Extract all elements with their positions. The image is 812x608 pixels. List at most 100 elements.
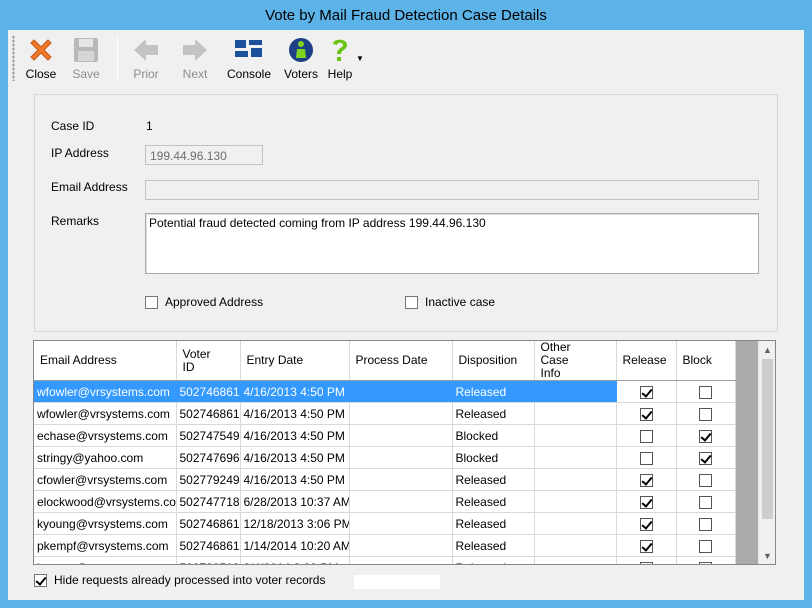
block-checkbox[interactable] xyxy=(699,495,712,509)
cell-email[interactable]: kyoung@vrsystems.com xyxy=(34,556,177,564)
cell-process-date[interactable] xyxy=(349,512,453,535)
email-address-field[interactable] xyxy=(145,180,759,200)
release-checkbox[interactable] xyxy=(639,429,653,443)
cell-entry-date[interactable]: 4/16/2013 4:50 PM xyxy=(240,402,350,425)
cell-email[interactable]: kyoung@vrsystems.com xyxy=(34,512,177,535)
cell-process-date[interactable] xyxy=(349,534,453,557)
cell-voter-id[interactable]: 502747718 xyxy=(176,490,241,513)
cell-process-date[interactable] xyxy=(349,490,453,513)
cell-voter-id[interactable]: 502746861 xyxy=(176,534,241,557)
remarks-textarea[interactable]: Potential fraud detected coming from IP … xyxy=(145,213,759,274)
cell-entry-date[interactable]: 6/28/2013 10:37 AM xyxy=(240,490,350,513)
cell-disposition[interactable]: Released xyxy=(452,512,535,535)
prior-button[interactable]: Prior xyxy=(124,30,168,84)
release-checkbox[interactable] xyxy=(639,539,653,553)
cell-disposition[interactable]: Released xyxy=(452,468,535,491)
ip-address-field[interactable]: 199.44.96.130 xyxy=(145,145,263,165)
column-header-process-date[interactable]: Process Date xyxy=(349,341,453,381)
table-row[interactable]: cfowler@vrsystems.com 502779249 4/16/2013 … xyxy=(34,468,736,491)
release-checkbox[interactable] xyxy=(639,385,653,399)
table-row[interactable]: wfowler@vrsystems.com 502746861 4/16/2013 … xyxy=(34,402,736,425)
table-row[interactable]: wfowler@vrsystems.com 502746861 4/16/2013 … xyxy=(34,380,736,403)
release-checkbox[interactable] xyxy=(639,495,653,509)
table-row[interactable]: echase@vrsystems.com 502747549 4/16/2013 4… xyxy=(34,424,736,447)
table-row[interactable]: pkempf@vrsystems.com 502746861 1/14/2014 1… xyxy=(34,534,736,557)
help-dropdown-arrow-icon[interactable]: ▼ xyxy=(356,54,364,63)
cell-other-case-info[interactable] xyxy=(534,380,617,403)
cell-voter-id[interactable]: 502747696 xyxy=(176,446,241,469)
table-row[interactable]: kyoung@vrsystems.com5027895133/4/2014 2:… xyxy=(34,556,736,564)
cell-voter-id[interactable]: 502779249 xyxy=(176,468,241,491)
block-checkbox[interactable] xyxy=(699,385,712,399)
cell-entry-date[interactable]: 3/4/2014 2:29 PM xyxy=(240,556,350,564)
cell-entry-date[interactable]: 4/16/2013 4:50 PM xyxy=(240,446,350,469)
table-row[interactable]: stringy@yahoo.com 502747696 4/16/2013 4:50… xyxy=(34,446,736,469)
block-checkbox[interactable] xyxy=(699,451,712,465)
scrollbar-thumb[interactable] xyxy=(762,359,773,519)
cell-email[interactable]: cfowler@vrsystems.com xyxy=(34,468,177,491)
cell-entry-date[interactable]: 4/16/2013 4:50 PM xyxy=(240,424,350,447)
column-header-release[interactable]: Release xyxy=(616,341,677,381)
cell-process-date[interactable] xyxy=(349,446,453,469)
cell-email[interactable]: pkempf@vrsystems.com xyxy=(34,534,177,557)
block-checkbox[interactable] xyxy=(699,561,712,564)
cell-email[interactable]: stringy@yahoo.com xyxy=(34,446,177,469)
table-row[interactable]: elockwood@vrsystems.com 502747718 6/28/201… xyxy=(34,490,736,513)
voters-button[interactable]: Voters xyxy=(276,30,326,84)
inactive-case-box[interactable] xyxy=(405,295,418,309)
hide-processed-checkbox[interactable]: Hide requests already processed into vot… xyxy=(34,573,325,587)
cell-entry-date[interactable]: 4/16/2013 4:50 PM xyxy=(240,380,350,403)
cell-voter-id[interactable]: 502789513 xyxy=(176,556,241,564)
cell-voter-id[interactable]: 502746861 xyxy=(176,380,241,403)
cell-process-date[interactable] xyxy=(349,424,453,447)
block-checkbox[interactable] xyxy=(699,517,712,531)
cell-disposition[interactable]: Released xyxy=(452,490,535,513)
cell-other-case-info[interactable] xyxy=(534,446,617,469)
table-row[interactable]: kyoung@vrsystems.com 502746861 12/18/2013 … xyxy=(34,512,736,535)
cell-voter-id[interactable]: 502746861 xyxy=(176,512,241,535)
column-header-disposition[interactable]: Disposition xyxy=(452,341,535,381)
release-checkbox[interactable] xyxy=(639,517,653,531)
cell-other-case-info[interactable] xyxy=(534,534,617,557)
cell-process-date[interactable] xyxy=(349,380,453,403)
release-checkbox[interactable] xyxy=(639,407,653,421)
cell-other-case-info[interactable] xyxy=(534,402,617,425)
toolbar-grip[interactable] xyxy=(12,35,15,81)
block-checkbox[interactable] xyxy=(699,473,712,487)
cell-entry-date[interactable]: 1/14/2014 10:20 AM xyxy=(240,534,350,557)
cell-disposition[interactable]: Blocked xyxy=(452,424,535,447)
release-checkbox[interactable] xyxy=(639,451,653,465)
cell-disposition[interactable]: Released xyxy=(452,380,535,403)
column-header-other-case-info[interactable]: Other Case Info xyxy=(534,341,617,381)
cell-other-case-info[interactable] xyxy=(534,512,617,535)
cell-entry-date[interactable]: 4/16/2013 4:50 PM xyxy=(240,468,350,491)
column-header-email[interactable]: Email Address xyxy=(34,341,177,381)
approved-address-box[interactable] xyxy=(145,295,158,309)
scroll-up-arrow-icon[interactable]: ▲ xyxy=(759,341,775,358)
column-header-entry-date[interactable]: Entry Date xyxy=(240,341,350,381)
column-header-block[interactable]: Block xyxy=(676,341,736,381)
block-checkbox[interactable] xyxy=(699,539,712,553)
next-button[interactable]: Next xyxy=(168,30,222,84)
cell-process-date[interactable] xyxy=(349,402,453,425)
cell-email[interactable]: echase@vrsystems.com xyxy=(34,424,177,447)
approved-address-checkbox[interactable]: Approved Address xyxy=(145,295,263,309)
scroll-down-arrow-icon[interactable]: ▼ xyxy=(759,547,775,564)
save-button[interactable]: Save xyxy=(61,30,111,84)
cell-email[interactable]: wfowler@vrsystems.com xyxy=(34,380,177,403)
cell-other-case-info[interactable] xyxy=(534,468,617,491)
cell-email[interactable]: wfowler@vrsystems.com xyxy=(34,402,177,425)
cell-disposition[interactable]: Released xyxy=(452,402,535,425)
cell-disposition[interactable]: Released xyxy=(452,534,535,557)
help-button[interactable]: Help xyxy=(326,30,354,84)
release-checkbox[interactable] xyxy=(639,473,653,487)
grid-vertical-scrollbar[interactable]: ▲ ▼ xyxy=(758,341,775,564)
release-checkbox[interactable] xyxy=(639,561,653,564)
hide-processed-box[interactable] xyxy=(34,573,47,587)
column-header-voter-id[interactable]: Voter ID xyxy=(176,341,241,381)
cell-other-case-info[interactable] xyxy=(534,424,617,447)
block-checkbox[interactable] xyxy=(699,407,712,421)
cell-entry-date[interactable]: 12/18/2013 3:06 PM xyxy=(240,512,350,535)
console-button[interactable]: Console xyxy=(222,30,276,84)
close-button[interactable]: Close xyxy=(21,30,61,84)
